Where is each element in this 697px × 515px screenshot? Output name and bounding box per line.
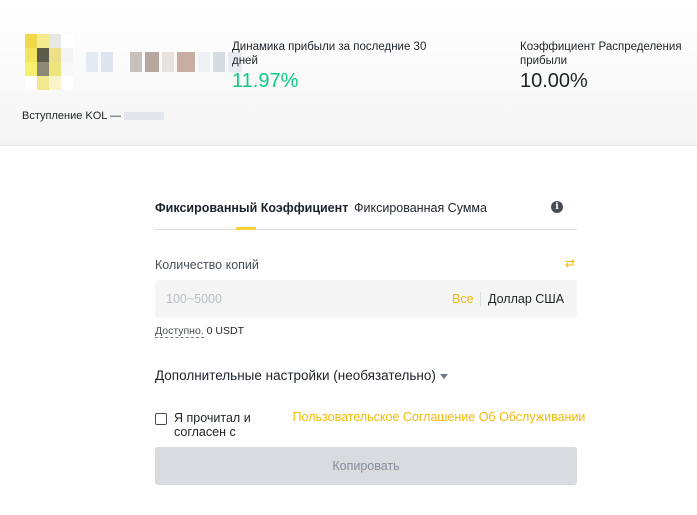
available-balance: Доступно. 0 USDT [155, 325, 245, 338]
profit-label: Динамика прибыли за последние 30 дней [232, 41, 427, 67]
available-value: 0 USDT [206, 325, 245, 337]
available-label: Доступно. [155, 325, 204, 338]
agreement-text: Я прочитал и согласен с [174, 411, 251, 439]
amount-label: Количество копий [155, 258, 259, 272]
trader-name-blurred [86, 52, 242, 74]
copy-mode-tabs: Фиксированный Коэффициент Фиксированная … [155, 193, 577, 230]
max-button[interactable]: Все [452, 292, 474, 306]
kol-join-label: Вступление KOL — [22, 110, 165, 122]
swap-icon[interactable]: ⇄ [565, 257, 578, 269]
trader-header: Вступление KOL — Динамика прибыли за пос… [0, 0, 697, 146]
agreement-checkbox[interactable] [155, 413, 167, 425]
advanced-settings-label: Дополнительные настройки (необязательно) [155, 368, 436, 383]
amount-input[interactable] [155, 280, 435, 318]
tab-fixed-ratio[interactable]: Фиксированный Коэффициент [155, 201, 348, 215]
advanced-settings-toggle[interactable]: Дополнительные настройки (необязательно) [155, 368, 448, 383]
ratio-stat: Коэффициент Распределения прибыли 10.00% [520, 40, 690, 93]
amount-field: Все Доллар США [155, 280, 577, 318]
unit-divider [480, 292, 481, 306]
profit-value: 11.97% [232, 70, 299, 92]
service-agreement-link[interactable]: Пользовательское Соглашение Об Обслужива… [285, 411, 593, 424]
active-tab-indicator [236, 227, 256, 230]
profit-stat: Динамика прибыли за последние 30 дней 11… [232, 40, 432, 93]
avatar [25, 34, 73, 90]
copy-button[interactable]: Копировать [155, 447, 577, 485]
tab-fixed-amount[interactable]: Фиксированная Сумма [354, 201, 487, 215]
ratio-value: 10.00% [520, 70, 588, 92]
info-icon[interactable]: i [551, 201, 563, 213]
currency-label: Доллар США [488, 292, 565, 306]
agreement-link-container: Пользовательское Соглашение Об Обслужива… [285, 411, 593, 432]
kol-date-blurred [124, 112, 165, 121]
caret-down-icon [439, 373, 448, 379]
ratio-label: Коэффициент Распределения прибыли [520, 41, 682, 67]
